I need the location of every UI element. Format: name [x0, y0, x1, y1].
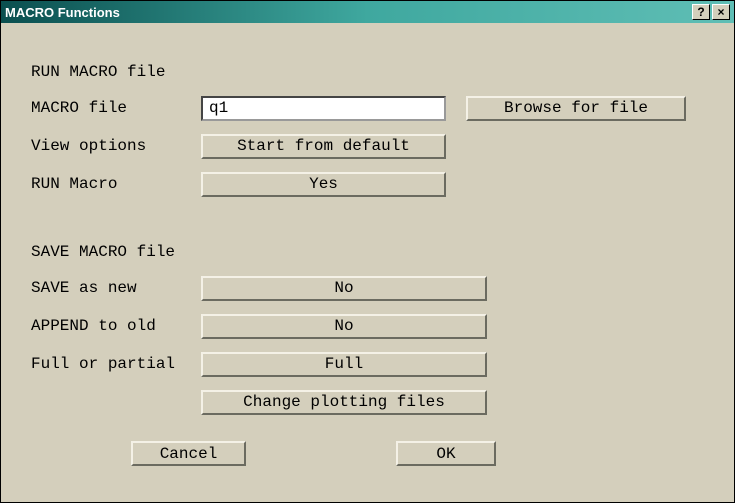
- client-area: RUN MACRO file MACRO file Browse for fil…: [1, 23, 734, 486]
- full-or-partial-label: Full or partial: [31, 355, 201, 373]
- save-as-new-button[interactable]: No: [201, 276, 487, 301]
- titlebar: MACRO Functions ? ×: [1, 1, 734, 23]
- close-icon[interactable]: ×: [712, 4, 730, 20]
- save-section-title: SAVE MACRO file: [31, 243, 704, 261]
- save-as-new-label: SAVE as new: [31, 279, 201, 297]
- macro-file-label: MACRO file: [31, 99, 201, 117]
- append-to-old-label: APPEND to old: [31, 317, 201, 335]
- view-options-button[interactable]: Start from default: [201, 134, 446, 159]
- view-options-label: View options: [31, 137, 201, 155]
- window-title: MACRO Functions: [5, 5, 690, 20]
- ok-button[interactable]: OK: [396, 441, 496, 466]
- change-plotting-files-button[interactable]: Change plotting files: [201, 390, 487, 415]
- browse-button[interactable]: Browse for file: [466, 96, 686, 121]
- macro-file-input[interactable]: [201, 96, 446, 121]
- full-or-partial-button[interactable]: Full: [201, 352, 487, 377]
- append-to-old-button[interactable]: No: [201, 314, 487, 339]
- help-icon[interactable]: ?: [692, 4, 710, 20]
- run-section-title: RUN MACRO file: [31, 63, 704, 81]
- cancel-button[interactable]: Cancel: [131, 441, 246, 466]
- run-macro-button[interactable]: Yes: [201, 172, 446, 197]
- dialog-window: MACRO Functions ? × RUN MACRO file MACRO…: [0, 0, 735, 503]
- run-macro-label: RUN Macro: [31, 175, 201, 193]
